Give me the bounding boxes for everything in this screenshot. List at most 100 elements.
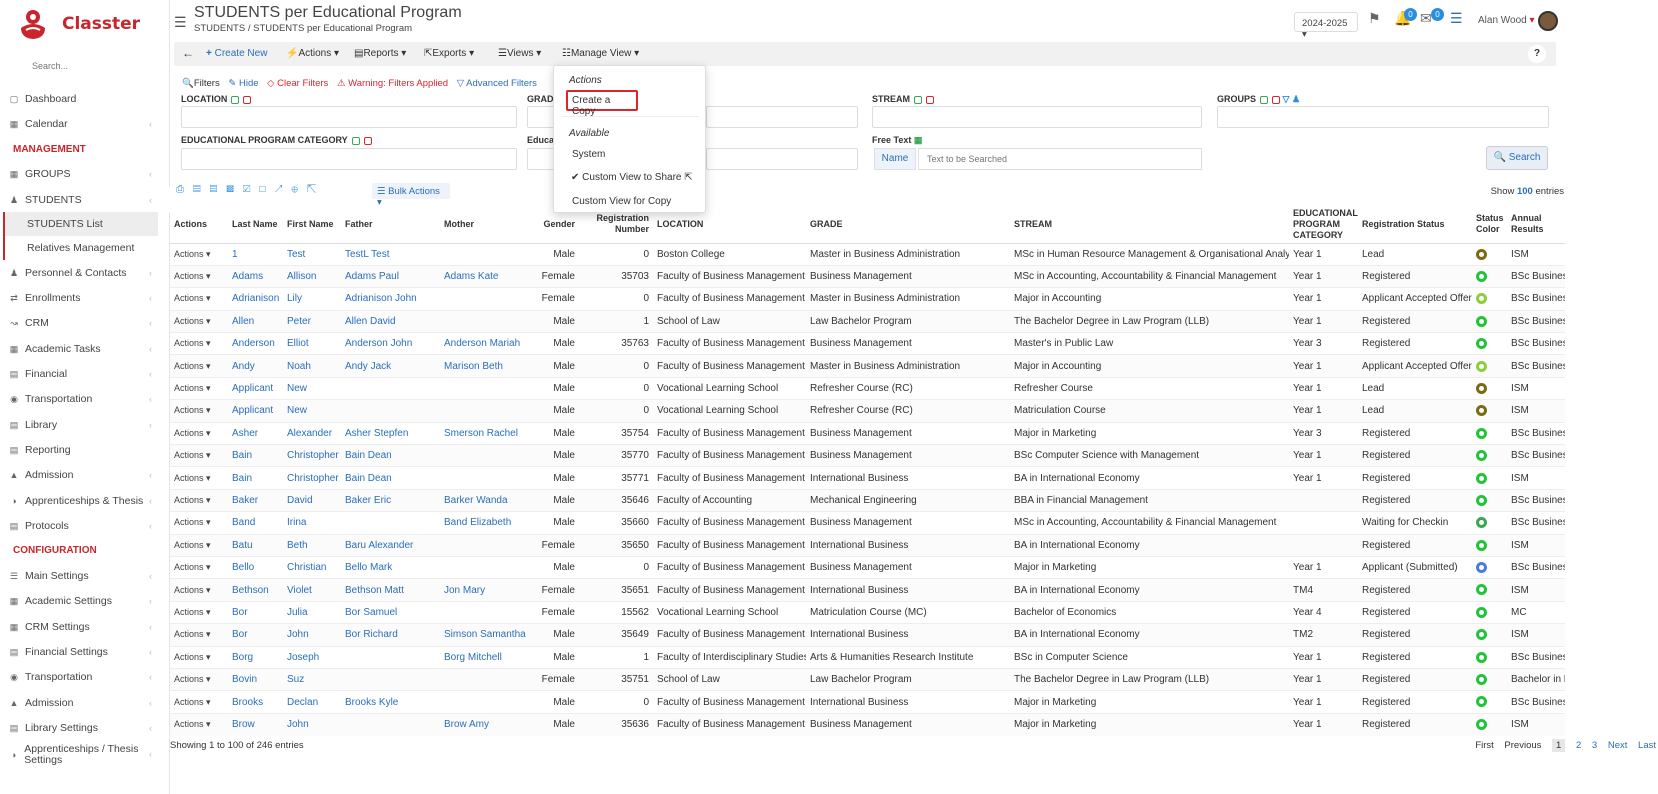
cell-first-name[interactable]: Christopher <box>283 466 341 490</box>
cell-last-name[interactable]: 1 <box>228 242 283 266</box>
sidebar-item-crm-settings[interactable]: ▦ CRM Settings ‹ <box>0 614 170 639</box>
column-header-grade[interactable]: GRADE <box>806 206 1010 244</box>
check-icon[interactable] <box>1260 95 1269 104</box>
column-header-annual-results[interactable]: Annual Results <box>1507 206 1565 244</box>
educat-filter-input-end[interactable] <box>706 148 858 170</box>
name-field-tag[interactable]: Name <box>874 148 916 170</box>
reports-menu-button[interactable]: ▤Reports ▾ <box>354 48 406 59</box>
check-icon[interactable] <box>914 95 922 104</box>
cell-father[interactable]: Allen David <box>341 309 440 333</box>
column-header-registration-status[interactable]: Registration Status <box>1358 206 1472 244</box>
row-actions-button[interactable]: Actions ▾ <box>170 309 228 333</box>
clear-icon[interactable] <box>243 95 252 104</box>
column-header-status-color[interactable]: Status Color <box>1472 206 1507 244</box>
table-row[interactable]: Actions ▾ Andy Noah Andy Jack Marison Beth Ma… <box>170 354 1565 378</box>
cell-first-name[interactable]: Irina <box>283 511 341 535</box>
cell-first-name[interactable]: Test <box>283 242 341 266</box>
sidebar-item-library[interactable]: ▤ Library ‹ <box>0 412 170 437</box>
cell-first-name[interactable]: Beth <box>283 533 341 557</box>
cell-father[interactable]: Bor Samuel <box>341 600 440 624</box>
table-row[interactable]: Actions ▾ Band Irina Band Elizabeth Male 3566… <box>170 511 1565 535</box>
column-header-father[interactable]: Father <box>341 206 440 244</box>
cell-father[interactable]: Baru Alexander <box>341 533 440 557</box>
help-button[interactable]: ? <box>1528 45 1546 63</box>
brand-logo[interactable]: Classter <box>18 8 140 40</box>
cell-last-name[interactable]: Asher <box>228 421 283 445</box>
table-row[interactable]: Actions ▾ Bain Christopher Bain Dean Male 357… <box>170 466 1565 490</box>
table-row[interactable]: Actions ▾ Baker David Baker Eric Barker Wand… <box>170 488 1565 512</box>
cell-last-name[interactable]: Bain <box>228 444 283 467</box>
location-filter-input[interactable] <box>181 106 517 128</box>
menu-toggle-icon[interactable]: ☰ <box>174 14 187 31</box>
cell-first-name[interactable]: John <box>283 712 341 736</box>
sidebar-item-crm[interactable]: ↝ CRM ‹ <box>0 311 170 336</box>
cell-father[interactable]: Andy Jack <box>341 354 440 378</box>
sidebar-item-apprenticeships-thesis[interactable]: ◑ Apprenticeships & Thesis ‹ <box>0 488 170 513</box>
cell-mother[interactable] <box>440 287 529 311</box>
table-row[interactable]: Actions ▾ Borg Joseph Borg Mitchell Male 1 Fac… <box>170 645 1565 669</box>
row-actions-button[interactable]: Actions ▾ <box>170 376 228 400</box>
user-name[interactable]: Alan Wood ▾ <box>1478 15 1535 26</box>
row-actions-button[interactable]: Actions ▾ <box>170 533 228 557</box>
cell-mother[interactable]: Anderson Mariah <box>440 332 529 355</box>
row-actions-button[interactable]: Actions ▾ <box>170 287 228 311</box>
cell-mother[interactable]: Smerson Rachel <box>440 421 529 445</box>
page-first[interactable]: First <box>1475 740 1493 751</box>
year-select[interactable]: 2024-2025 ▾ <box>1294 12 1358 40</box>
sidebar-item-calendar[interactable]: ▦ Calendar ‹ <box>0 111 170 136</box>
cell-father[interactable] <box>341 376 440 400</box>
row-actions-button[interactable]: Actions ▾ <box>170 555 228 579</box>
cell-mother[interactable] <box>440 309 529 333</box>
show-count-select[interactable]: 100 <box>1517 186 1533 197</box>
row-actions-button[interactable]: Actions ▾ <box>170 466 228 490</box>
row-actions-button[interactable]: Actions ▾ <box>170 623 228 647</box>
row-actions-button[interactable]: Actions ▾ <box>170 645 228 669</box>
row-actions-button[interactable]: Actions ▾ <box>170 399 228 423</box>
row-actions-button[interactable]: Actions ▾ <box>170 421 228 445</box>
cell-father[interactable]: Bain Dean <box>341 444 440 467</box>
funnel-icon[interactable]: ▽ <box>1283 94 1290 104</box>
sidebar-item-apprenticeships-thesis-settings[interactable]: ◑ Apprenticeships / Thesis Settings ‹ <box>0 741 170 769</box>
cell-father[interactable] <box>341 511 440 535</box>
breadcrumb[interactable]: STUDENTS / STUDENTS per Educational Prog… <box>194 23 412 34</box>
create-copy-item[interactable]: Create a Copy <box>566 90 638 117</box>
cell-first-name[interactable]: Violet <box>283 578 341 602</box>
exports-menu-button[interactable]: ⇱Exports ▾ <box>424 48 474 59</box>
page-2[interactable]: 2 <box>1576 740 1581 751</box>
cell-mother[interactable]: Barker Wanda <box>440 488 529 512</box>
row-actions-button[interactable]: Actions ▾ <box>170 444 228 467</box>
cell-last-name[interactable]: Bor <box>228 623 283 647</box>
row-actions-button[interactable]: Actions ▾ <box>170 578 228 602</box>
cell-mother[interactable] <box>440 466 529 490</box>
cell-first-name[interactable]: Noah <box>283 354 341 378</box>
cell-first-name[interactable]: Julia <box>283 600 341 624</box>
row-actions-button[interactable]: Actions ▾ <box>170 488 228 512</box>
row-actions-button[interactable]: Actions ▾ <box>170 690 228 714</box>
sidebar-search-input[interactable] <box>8 55 153 77</box>
sidebar-item-financial[interactable]: ▤ Financial ‹ <box>0 361 170 386</box>
table-row[interactable]: Actions ▾ Bethson Violet Bethson Matt Jon Ma… <box>170 578 1565 602</box>
sidebar-item-groups[interactable]: ▦ GROUPS ‹ <box>0 162 170 187</box>
cell-first-name[interactable]: Peter <box>283 309 341 333</box>
row-actions-button[interactable]: Actions ▾ <box>170 264 228 288</box>
cell-mother[interactable]: Band Elizabeth <box>440 511 529 535</box>
back-arrow-icon[interactable]: ← <box>182 46 194 60</box>
cell-last-name[interactable]: Andy <box>228 354 283 378</box>
cell-last-name[interactable]: Applicant <box>228 376 283 400</box>
sidebar-item-admission[interactable]: ▲ Admission ‹ <box>0 463 170 488</box>
actions-menu-button[interactable]: ⚡Actions ▾ <box>286 48 339 59</box>
cell-father[interactable]: Bethson Matt <box>341 578 440 602</box>
cell-mother[interactable] <box>440 533 529 557</box>
cell-first-name[interactable]: Elliot <box>283 332 341 355</box>
table-tool-icons[interactable]: ⎙▤▤▩☑□↗⊕⇱ <box>176 184 325 195</box>
cell-father[interactable]: Bor Richard <box>341 623 440 647</box>
avatar[interactable] <box>1538 11 1558 31</box>
sidebar-subitem-students-list[interactable]: STUDENTS List <box>3 212 158 237</box>
cell-father[interactable] <box>341 712 440 736</box>
table-row[interactable]: Actions ▾ Anderson Elliot Anderson John Ande… <box>170 332 1565 355</box>
groups-filter-input[interactable] <box>1217 106 1549 128</box>
sidebar-item-personnel-contacts[interactable]: ♟ Personnel & Contacts ‹ <box>0 260 170 285</box>
cell-first-name[interactable]: Declan <box>283 690 341 714</box>
cell-father[interactable] <box>341 399 440 423</box>
custom-view-copy-item[interactable]: Custom View for Copy <box>572 196 671 207</box>
